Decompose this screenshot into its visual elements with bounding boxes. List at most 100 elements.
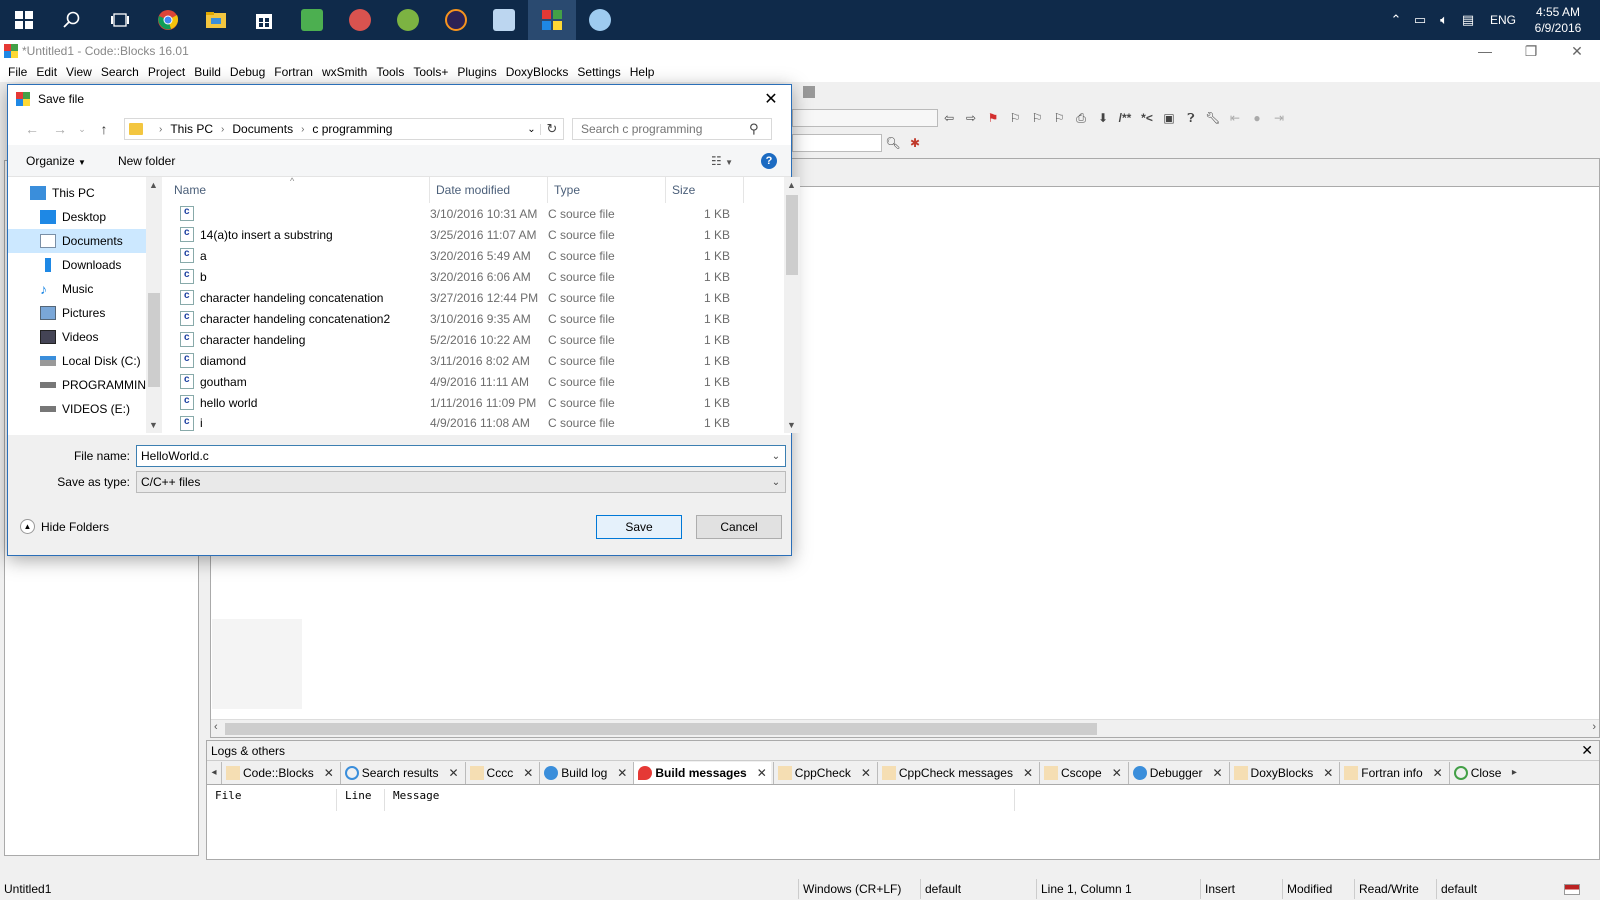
bookmark-toggle-icon[interactable]: ⚑ (982, 108, 1004, 128)
menu-fortran[interactable]: Fortran (270, 65, 317, 79)
menu-search[interactable]: Search (97, 65, 143, 79)
file-row[interactable]: character handeling concatenation 3/27/20… (168, 287, 778, 308)
minimize-button[interactable]: — (1462, 43, 1508, 60)
chevron-right-icon[interactable]: › (301, 124, 304, 135)
tab-close[interactable]: Close (1448, 761, 1506, 784)
android-studio-icon[interactable] (384, 0, 432, 40)
eclipse-icon[interactable] (432, 0, 480, 40)
breadcrumb-documents[interactable]: Documents (232, 122, 293, 136)
file-name-input[interactable] (141, 449, 767, 463)
file-row[interactable]: a 3/20/2016 5:49 AM C source file 1 KB (168, 245, 778, 266)
menu-debug[interactable]: Debug (226, 65, 269, 79)
nav-item-documents[interactable]: Documents (8, 229, 146, 253)
bookmark-next-icon[interactable]: ⚐ (1026, 108, 1048, 128)
task-view-icon[interactable] (96, 0, 144, 40)
close-icon[interactable]: ✕ (1212, 766, 1222, 780)
nav-item-music[interactable]: ♪ Music (8, 277, 162, 301)
scroll-thumb[interactable] (225, 723, 1097, 735)
close-icon[interactable]: ✕ (1323, 766, 1333, 780)
debug-step-icon[interactable]: ⬇ (1092, 108, 1114, 128)
close-icon[interactable]: ✕ (523, 766, 533, 780)
maximize-button[interactable]: ❐ (1508, 43, 1554, 60)
scroll-right-icon[interactable]: › (1592, 721, 1596, 733)
box-icon[interactable] (480, 0, 528, 40)
nav-item-this-pc[interactable]: This PC (8, 181, 162, 205)
close-icon[interactable]: ✕ (751, 89, 791, 109)
tab-cscope[interactable]: Cscope ✕ (1039, 761, 1126, 784)
chevron-down-icon[interactable]: ⌄ (767, 477, 785, 488)
save-type-select[interactable]: C/C++ files ⌄ (136, 471, 786, 493)
menu-tools[interactable]: Tools (372, 65, 408, 79)
refresh-icon[interactable]: ↻ (541, 121, 563, 137)
column-date-modified[interactable]: Date modified (430, 177, 548, 203)
nav-item-desktop[interactable]: Desktop (8, 205, 162, 229)
menu-help[interactable]: Help (626, 65, 659, 79)
codeblocks-icon[interactable] (528, 0, 576, 40)
tab-cppcheck[interactable]: CppCheck ✕ (772, 761, 875, 784)
tab-cccc[interactable]: Cccc ✕ (464, 761, 538, 784)
tab-build-log[interactable]: Build log ✕ (539, 761, 631, 784)
close-icon[interactable]: ✕ (324, 766, 334, 780)
menu-file[interactable]: File (4, 65, 31, 79)
close-icon[interactable]: ✕ (617, 766, 627, 780)
close-icon[interactable]: ✕ (1112, 766, 1122, 780)
save-button[interactable]: Save (596, 515, 682, 539)
column-name[interactable]: Name ^ (168, 176, 430, 203)
scroll-down-icon[interactable]: ▼ (787, 420, 796, 430)
jump-forward-icon[interactable]: ⇥ (1268, 108, 1290, 128)
jump-dot-icon[interactable]: ● (1246, 108, 1268, 128)
organize-button[interactable]: Organize ▼ (26, 154, 86, 168)
file-row[interactable]: i 4/9/2016 11:08 AM C source file 1 KB (168, 413, 778, 433)
windows-start-icon[interactable] (0, 0, 48, 40)
scroll-thumb[interactable] (786, 195, 798, 275)
bookmark-clear-icon[interactable]: ⚐ (1048, 108, 1070, 128)
menu-edit[interactable]: Edit (32, 65, 61, 79)
chevron-up-icon[interactable]: ⌃ (1384, 12, 1408, 28)
bookmark-prev-icon[interactable]: ⚐ (1004, 108, 1026, 128)
close-icon[interactable]: ✕ (448, 766, 458, 780)
forward-arrow-icon[interactable]: → (46, 121, 74, 137)
column-size[interactable]: Size (666, 177, 744, 203)
file-row[interactable]: 14(a)to insert a substring 3/25/2016 11:0… (168, 224, 778, 245)
file-row[interactable]: character handeling 5/2/2016 10:22 AM C so… (168, 329, 778, 350)
scroll-up-icon[interactable]: ▲ (787, 180, 796, 190)
file-row[interactable]: character handeling concatenation2 3/10/2… (168, 308, 778, 329)
scope-combo[interactable] (792, 109, 938, 127)
chm-icon[interactable]: ❓︎ (1180, 108, 1202, 128)
nav-item-pictures[interactable]: Pictures (8, 301, 162, 325)
function-combo[interactable] (792, 134, 882, 152)
column-file[interactable]: File (207, 789, 337, 811)
nav-item-programming[interactable]: PROGRAMMING (8, 373, 162, 397)
breadcrumb-this-pc[interactable]: This PC (170, 122, 213, 136)
file-explorer-icon[interactable] (192, 0, 240, 40)
store-icon[interactable] (240, 0, 288, 40)
cancel-button[interactable]: Cancel (696, 515, 782, 539)
nav-item-videos[interactable]: Videos (8, 325, 162, 349)
search-box[interactable]: ⚲ (572, 118, 772, 140)
file-row[interactable]: b 3/20/2016 6:06 AM C source file 1 KB (168, 266, 778, 287)
doxy-inline-comment-button[interactable]: *< (1136, 108, 1158, 128)
notification-icon[interactable]: ▤ (1456, 12, 1480, 28)
tools-icon[interactable] (336, 0, 384, 40)
search-input[interactable] (581, 122, 749, 136)
close-icon[interactable]: ✕ (757, 766, 767, 780)
nav-item-videos-e[interactable]: VIDEOS (E:) (8, 397, 162, 421)
tab-debugger[interactable]: Debugger ✕ (1127, 761, 1227, 784)
close-icon[interactable]: ✕ (1023, 766, 1033, 780)
chevron-right-icon[interactable]: › (221, 124, 224, 135)
help-button[interactable]: ? (761, 152, 777, 169)
nav-item-local-disk[interactable]: Local Disk (C:) (8, 349, 162, 373)
file-name-field[interactable]: ⌄ (136, 445, 786, 467)
menu-settings[interactable]: Settings (573, 65, 624, 79)
tabs-scroll-left-icon[interactable]: ◂ (207, 767, 221, 778)
menu-plugins[interactable]: Plugins (453, 65, 500, 79)
close-icon[interactable]: ✕ (861, 766, 871, 780)
navigation-scrollbar[interactable]: ▲ ▼ (146, 177, 162, 433)
jump-back-icon[interactable]: ⇤ (1224, 108, 1246, 128)
wrench-icon[interactable]: 🔧︎ (1202, 108, 1224, 128)
menu-doxyblocks[interactable]: DoxyBlocks (502, 65, 573, 79)
up-arrow-icon[interactable]: ↑ (90, 121, 118, 137)
tab-build-messages[interactable]: Build messages ✕ (633, 761, 771, 784)
search-icon[interactable] (48, 0, 96, 40)
menu-wxsmith[interactable]: wxSmith (318, 65, 371, 79)
